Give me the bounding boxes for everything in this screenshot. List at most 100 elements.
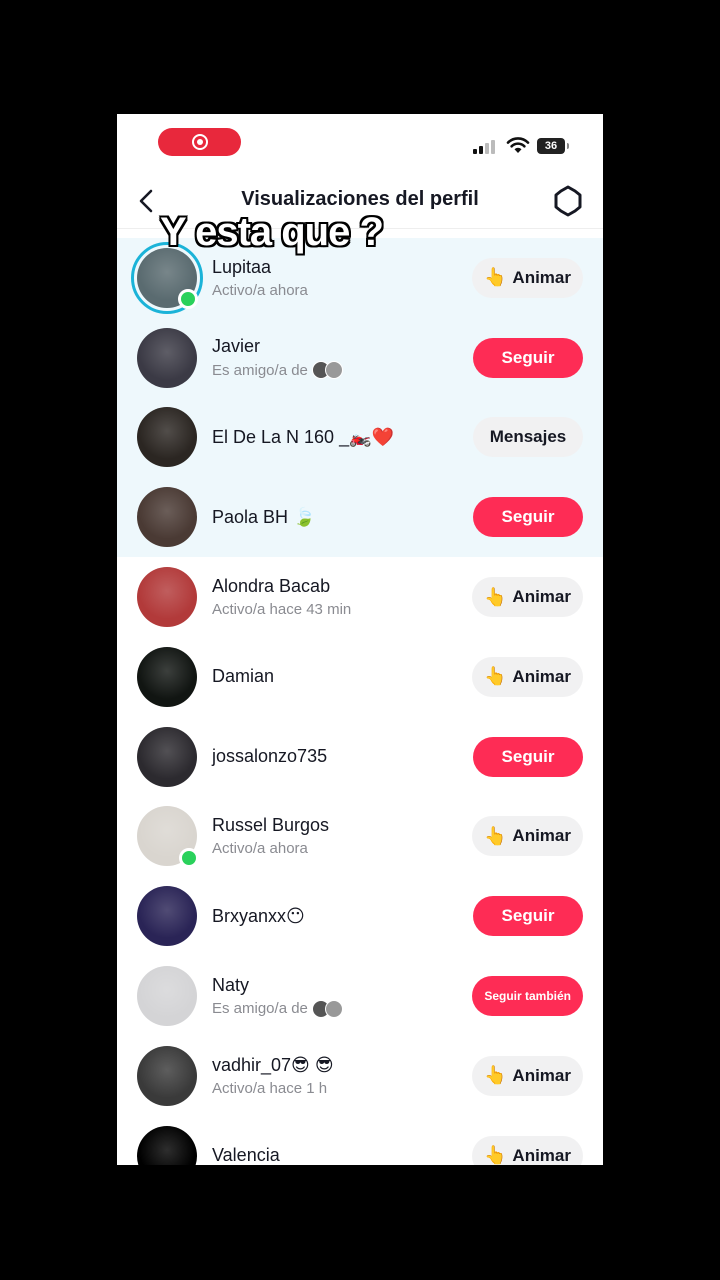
avatar-container[interactable] — [137, 886, 197, 947]
user-info: Alondra Bacab Activo/a hace 43 min — [212, 576, 473, 618]
pointing-hand-icon: 👆 — [484, 825, 507, 846]
record-icon — [191, 134, 208, 150]
list-item[interactable]: Brxyanxx😶 Seguir — [117, 876, 603, 956]
avatar-container[interactable] — [137, 407, 197, 468]
username: Naty — [212, 974, 250, 995]
list-item[interactable]: Javier Es amigo/a de Seguir — [117, 317, 603, 398]
username: Paola BH 🍃 — [212, 506, 316, 527]
video-caption-overlay: Y esta que ? — [160, 210, 384, 254]
list-item[interactable]: Russel Burgos Activo/a ahora 👆 Animar — [117, 797, 603, 877]
phone-screen: 36 Visualizaciones del perfil Lupitaa Act… — [117, 114, 603, 1165]
follow-button[interactable]: Seguir — [473, 736, 583, 777]
avatar-container[interactable] — [137, 726, 197, 787]
user-info: Javier Es amigo/a de — [212, 336, 473, 380]
username: Damian — [212, 666, 275, 687]
avatar — [137, 327, 197, 388]
username: vadhir_07😎 😎 — [212, 1054, 334, 1075]
list-item[interactable]: jossalonzo735 Seguir — [117, 717, 603, 797]
status-text: Activo/a hace 1 h — [212, 1079, 328, 1097]
nudge-button[interactable]: 👆 Animar — [472, 577, 583, 618]
profile-viewers-list: Lupitaa Activo/a ahora 👆 Animar Javier Es ami… — [117, 238, 603, 1165]
list-item[interactable]: Valencia 👆 Animar — [117, 1116, 603, 1165]
nudge-button[interactable]: 👆 Animar — [472, 656, 583, 697]
avatar-container[interactable] — [137, 966, 197, 1027]
user-info: El De La N 160 _🏍️❤️ — [212, 427, 473, 448]
pointing-hand-icon: 👆 — [484, 1145, 507, 1165]
avatar-container[interactable] — [137, 487, 197, 548]
avatar — [137, 407, 197, 468]
user-info: Damian — [212, 666, 473, 687]
button-label: Seguir — [501, 746, 555, 766]
status-text: Activo/a hace 43 min — [212, 601, 352, 619]
button-label: Animar — [512, 826, 571, 846]
username: Javier — [212, 336, 261, 357]
status-text: Activo/a ahora — [212, 840, 308, 858]
list-item[interactable]: Alondra Bacab Activo/a hace 43 min 👆 Animar — [117, 557, 603, 637]
list-item[interactable]: vadhir_07😎 😎 Activo/a hace 1 h 👆 Animar — [117, 1036, 603, 1116]
list-item[interactable]: Paola BH 🍃 Seguir — [117, 477, 603, 558]
screen-recording-indicator[interactable] — [158, 128, 241, 156]
status-text: Es amigo/a de — [212, 1000, 308, 1018]
avatar-container[interactable] — [137, 567, 197, 628]
pointing-hand-icon: 👆 — [484, 586, 507, 607]
avatar-container[interactable] — [137, 1045, 197, 1106]
status-bar: 36 — [117, 114, 603, 174]
online-status-dot — [179, 848, 199, 869]
gear-icon[interactable] — [552, 185, 584, 217]
user-status: Activo/a hace 43 min — [212, 601, 473, 618]
user-status: Activo/a hace 1 h — [212, 1080, 473, 1097]
button-label: Animar — [512, 1145, 571, 1165]
list-item[interactable]: El De La N 160 _🏍️❤️ Mensajes — [117, 397, 603, 478]
button-label: Mensajes — [489, 427, 567, 447]
avatar-container[interactable] — [137, 1125, 197, 1165]
avatar — [137, 567, 197, 628]
pointing-hand-icon: 👆 — [484, 666, 507, 687]
pointing-hand-icon: 👆 — [484, 267, 507, 288]
status-text: Es amigo/a de — [212, 361, 308, 379]
cellular-signal-icon — [473, 140, 495, 154]
follow-button[interactable]: Seguir — [473, 337, 583, 378]
list-item[interactable]: Naty Es amigo/a de Seguir también — [117, 956, 603, 1036]
avatar — [137, 886, 197, 947]
nudge-button[interactable]: 👆 Animar — [472, 1055, 583, 1096]
user-status: Activo/a ahora — [212, 282, 473, 299]
user-info: Naty Es amigo/a de — [212, 975, 473, 1018]
list-item[interactable]: Damian 👆 Animar — [117, 637, 603, 717]
username: Valencia — [212, 1145, 280, 1165]
pointing-hand-icon: 👆 — [484, 1065, 507, 1086]
button-label: Animar — [512, 587, 571, 607]
follow-button[interactable]: Seguir — [473, 497, 583, 538]
username: Alondra Bacab — [212, 576, 331, 597]
user-info: Lupitaa Activo/a ahora — [212, 257, 473, 299]
avatar-container[interactable] — [137, 646, 197, 707]
user-status: Es amigo/a de — [212, 999, 473, 1018]
avatar-container[interactable] — [137, 806, 199, 869]
user-info: Russel Burgos Activo/a ahora — [212, 815, 473, 857]
mutual-friends-avatars — [311, 361, 343, 380]
online-status-dot — [178, 288, 198, 309]
button-label: Seguir — [501, 507, 555, 527]
username: Russel Burgos — [212, 815, 330, 836]
message-button[interactable]: Mensajes — [473, 417, 583, 458]
user-status: Activo/a ahora — [212, 840, 473, 857]
username: Brxyanxx😶 — [212, 905, 305, 926]
user-info: jossalonzo735 — [212, 746, 473, 767]
avatar — [137, 487, 197, 548]
username: jossalonzo735 — [212, 746, 328, 767]
button-label: Seguir — [501, 347, 555, 367]
avatar — [137, 1045, 197, 1106]
avatar-container[interactable] — [137, 327, 197, 388]
follow-button[interactable]: Seguir — [473, 896, 583, 937]
user-info: Paola BH 🍃 — [212, 507, 473, 528]
button-label: Animar — [512, 267, 571, 287]
nudge-button[interactable]: 👆 Animar — [472, 1135, 583, 1165]
follow-button[interactable]: Seguir también — [472, 976, 583, 1017]
nudge-button[interactable]: 👆 Animar — [472, 816, 583, 857]
user-info: Brxyanxx😶 — [212, 906, 473, 927]
user-status: Es amigo/a de — [212, 361, 473, 380]
username: Lupitaa — [212, 256, 272, 277]
nudge-button[interactable]: 👆 Animar — [472, 257, 583, 298]
avatar — [137, 646, 197, 707]
username: El De La N 160 _🏍️❤️ — [212, 426, 394, 447]
mutual-friends-avatars — [311, 999, 343, 1018]
